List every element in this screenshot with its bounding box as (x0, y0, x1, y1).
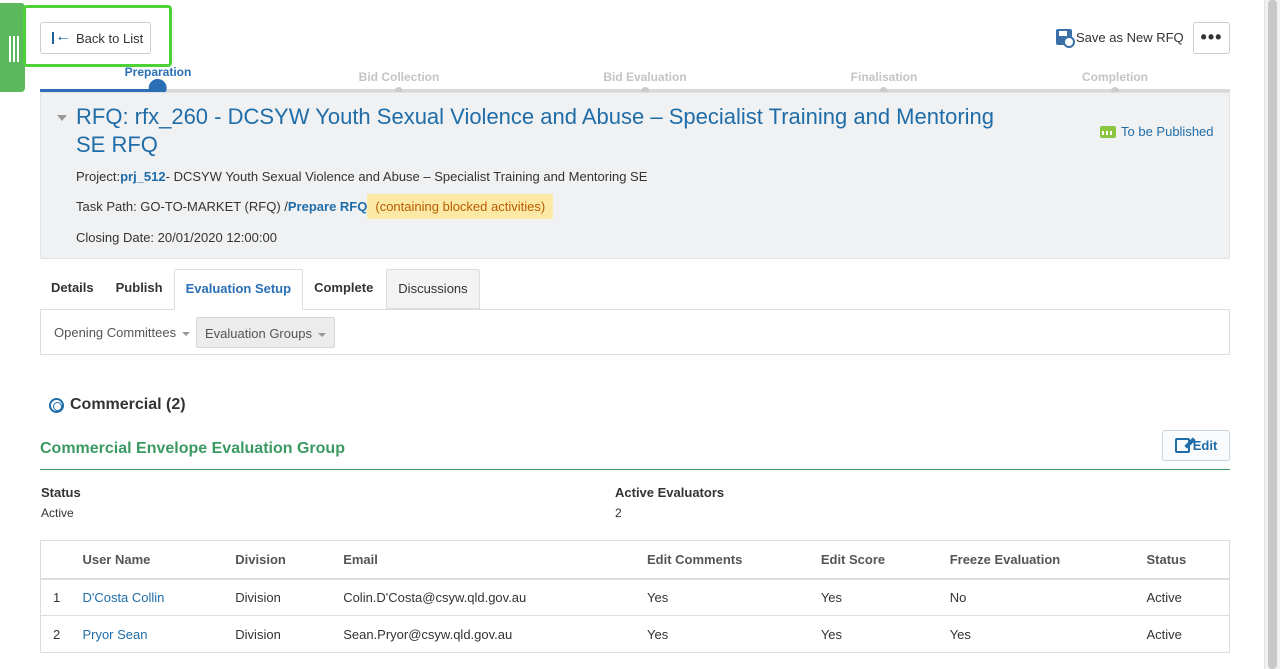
edit-icon (1174, 438, 1190, 453)
step-preparation[interactable]: Preparation (124, 65, 192, 97)
subnav-label: Opening Committees (54, 325, 177, 340)
step-label: Bid Collection (358, 70, 440, 84)
status-cell: Active (1146, 615, 1230, 653)
col-header-status[interactable]: Status (1146, 540, 1230, 580)
col-header-user-name[interactable]: User Name (82, 540, 236, 580)
step-finalisation[interactable]: Finalisation (850, 70, 918, 95)
page-scrollbar[interactable] (1264, 0, 1280, 669)
evaluators-table: User Name Division Email Edit Comments E… (40, 540, 1230, 653)
edit-score-cell: Yes (820, 578, 950, 616)
email-cell: Colin.D'Costa@csyw.qld.gov.au (343, 578, 647, 616)
back-to-list-button[interactable]: Back to List (40, 22, 151, 54)
table-row: 2 Pryor Sean Division Sean.Pryor@csyw.ql… (40, 615, 1230, 653)
evaluation-group-title: Commercial Envelope Evaluation Group (40, 440, 345, 457)
step-label: Finalisation (850, 70, 918, 84)
rfq-title: RFQ: rfx_260 - DCSYW Youth Sexual Violen… (76, 104, 995, 157)
group-divider (40, 469, 1230, 470)
rfq-tabs: Details Publish Evaluation Setup Complet… (40, 269, 480, 310)
status-value: Active (41, 506, 74, 520)
step-completion[interactable]: Completion (1082, 70, 1148, 95)
edit-label: Edit (1192, 438, 1218, 453)
step-label: Completion (1082, 70, 1148, 84)
tab-publish[interactable]: Publish (105, 269, 174, 309)
row-index: 1 (40, 578, 83, 616)
scrollbar-thumb[interactable] (1268, 0, 1277, 669)
progress-steps: Preparation Bid Collection Bid Evaluatio… (40, 60, 1230, 97)
edit-group-button[interactable]: Edit (1162, 430, 1230, 461)
envelope-heading: Commercial (2) (49, 396, 186, 414)
user-name-link[interactable]: Pryor Sean (82, 627, 147, 642)
evaluation-subnav: Opening Committees Evaluation Groups (40, 309, 1230, 355)
tab-complete[interactable]: Complete (303, 269, 384, 309)
project-label: Project: (76, 169, 121, 184)
envelope-title: Commercial (2) (70, 396, 186, 413)
step-bid-evaluation[interactable]: Bid Evaluation (603, 70, 687, 95)
freeze-evaluation-cell: No (949, 578, 1147, 616)
active-evaluators-value: 2 (615, 506, 622, 520)
project-line: Project:prj_512- DCSYW Youth Sexual Viol… (76, 169, 647, 184)
save-as-new-rfq-button[interactable]: Save as New RFQ (1056, 29, 1184, 48)
col-header-division[interactable]: Division (235, 540, 344, 580)
subnav-opening-committees[interactable]: Opening Committees (54, 317, 191, 348)
subnav-evaluation-groups[interactable]: Evaluation Groups (196, 317, 335, 348)
row-index: 2 (40, 615, 83, 653)
status-cell: Active (1146, 578, 1230, 616)
back-to-list-label: Back to List (76, 30, 144, 46)
col-header-freeze-evaluation[interactable]: Freeze Evaluation (949, 540, 1147, 580)
col-header-edit-comments[interactable]: Edit Comments (647, 540, 821, 580)
subnav-label: Evaluation Groups (205, 326, 312, 341)
save-icon (1056, 29, 1075, 48)
envelope-icon (49, 397, 64, 413)
col-header-index (40, 540, 83, 580)
tab-evaluation-setup[interactable]: Evaluation Setup (173, 269, 304, 310)
edit-score-cell: Yes (820, 615, 950, 653)
blocked-activities-badge: (containing blocked activities) (367, 194, 554, 219)
collapse-caret-icon[interactable] (57, 115, 67, 121)
table-row: 1 D'Costa Collin Division Colin.D'Costa@… (40, 578, 1230, 616)
calendar-icon (1100, 125, 1116, 138)
status-label: Status (41, 485, 81, 500)
publish-status[interactable]: To be Published (1100, 124, 1214, 139)
table-header-row: User Name Division Email Edit Comments E… (40, 540, 1230, 580)
tab-discussions[interactable]: Discussions (386, 269, 480, 309)
step-bid-collection[interactable]: Bid Collection (358, 70, 440, 95)
rfq-header-panel: RFQ: rfx_260 - DCSYW Youth Sexual Violen… (40, 92, 1230, 259)
task-path-label: Task Path: GO-TO-MARKET (RFQ) / (76, 199, 288, 214)
email-cell: Sean.Pryor@csyw.qld.gov.au (343, 615, 647, 653)
col-header-edit-score[interactable]: Edit Score (820, 540, 950, 580)
user-name-link[interactable]: D'Costa Collin (82, 590, 164, 605)
more-actions-button[interactable]: ••• (1193, 22, 1230, 54)
grip-icon (9, 36, 19, 62)
dropdown-caret-icon (182, 331, 191, 336)
edit-comments-cell: Yes (647, 615, 821, 653)
dropdown-caret-icon (317, 332, 326, 337)
division-cell: Division (235, 578, 344, 616)
division-cell: Division (235, 615, 344, 653)
task-path-link[interactable]: Prepare RFQ (288, 199, 367, 214)
col-header-email[interactable]: Email (343, 540, 647, 580)
tab-details[interactable]: Details (40, 269, 105, 309)
back-arrow-icon (52, 27, 71, 47)
save-as-new-rfq-label: Save as New RFQ (1076, 29, 1184, 45)
sidebar-toggle-handle[interactable] (0, 3, 25, 92)
project-code-link[interactable]: prj_512 (120, 169, 166, 184)
freeze-evaluation-cell: Yes (949, 615, 1147, 653)
closing-date: Closing Date: 20/01/2020 12:00:00 (76, 230, 277, 245)
active-evaluators-label: Active Evaluators (615, 485, 725, 500)
step-label: Bid Evaluation (603, 70, 687, 84)
task-path-line: Task Path: GO-TO-MARKET (RFQ) /Prepare R… (76, 194, 554, 219)
edit-comments-cell: Yes (647, 578, 821, 616)
publish-status-label: To be Published (1121, 124, 1214, 139)
step-label: Preparation (124, 65, 192, 79)
project-name: - DCSYW Youth Sexual Violence and Abuse … (165, 169, 648, 184)
